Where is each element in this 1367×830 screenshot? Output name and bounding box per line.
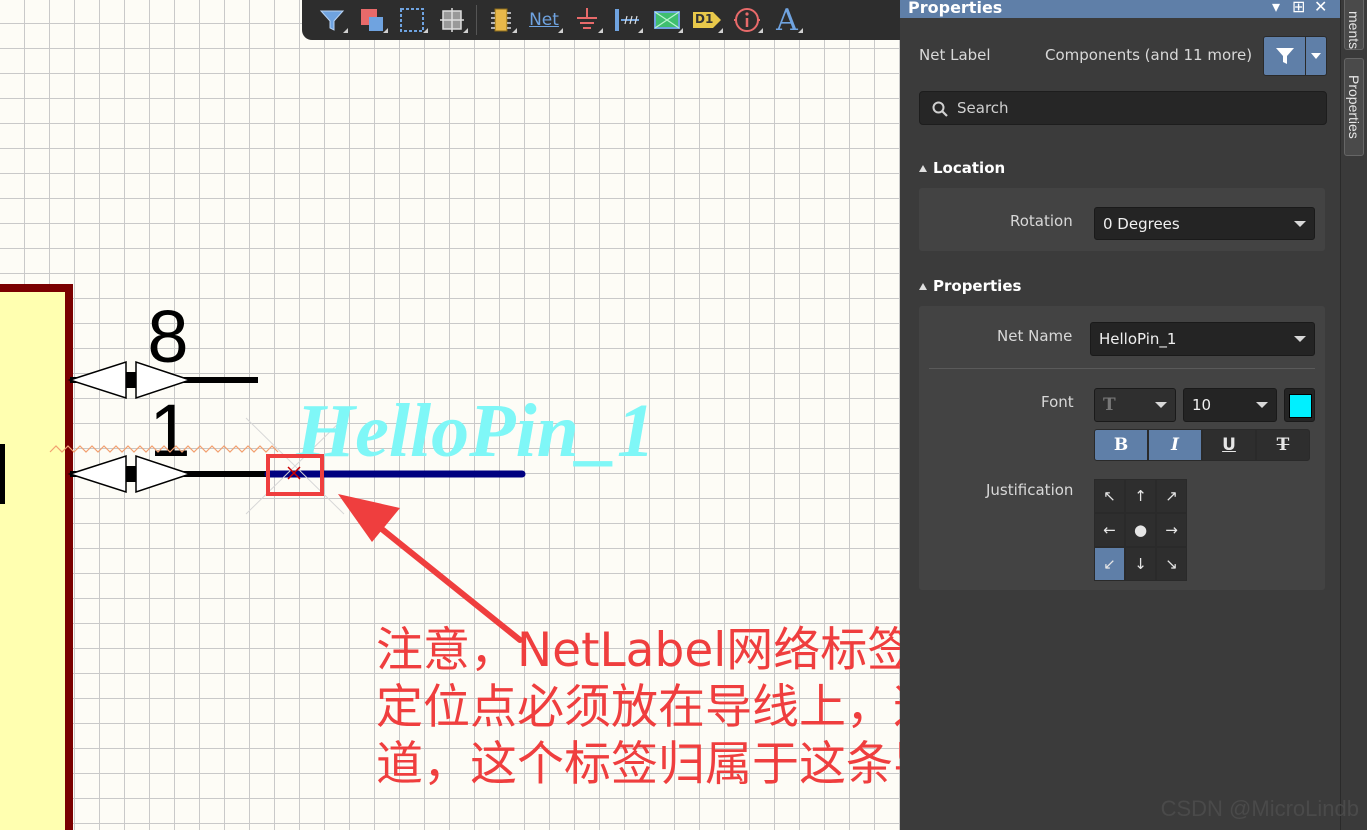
net-name-label: Net Name — [997, 327, 1073, 345]
toolbar-separator — [476, 5, 477, 35]
font-size-dropdown[interactable]: 10 — [1183, 388, 1277, 422]
font-label: Font — [1041, 393, 1074, 411]
text-icon[interactable]: A — [767, 2, 807, 38]
annotation-line-3: 道，这个标签归属于这条导线 — [376, 737, 900, 792]
pin-number-8: 8 — [147, 295, 188, 378]
underline-button[interactable]: U — [1202, 429, 1256, 461]
justify-middle-left[interactable]: ← — [1094, 513, 1125, 547]
justification-grid: ↖ ↑ ↗ ← ● → ↙ ↓ ↘ — [1094, 479, 1187, 581]
filter-scope-label[interactable]: Components (and 11 more) — [1045, 46, 1252, 64]
justify-bottom-right[interactable]: ↘ — [1156, 547, 1187, 581]
annotation-line-1: 注意，NetLabel网络标签左下角的这个 — [376, 623, 900, 678]
component-body[interactable] — [0, 284, 73, 830]
net-label-icon-text: Net — [529, 10, 559, 30]
tab-components[interactable]: ments — [1344, 0, 1364, 50]
side-panel-tabs: ments Properties — [1340, 0, 1367, 830]
properties-section-header[interactable]: Properties — [919, 277, 1021, 295]
justify-bottom-center[interactable]: ↓ — [1125, 547, 1156, 581]
justify-middle-right[interactable]: → — [1156, 513, 1187, 547]
filter-icon[interactable] — [312, 3, 352, 37]
annotation-line-2: 定位点必须放在导线上，这样AD才知 — [376, 680, 900, 735]
justify-top-right[interactable]: ↗ — [1156, 479, 1187, 513]
panel-menu-icon[interactable]: ▾ — [1272, 0, 1280, 16]
net-name-chevron-down-icon — [1294, 336, 1306, 342]
info-icon[interactable] — [727, 3, 767, 37]
font-style-buttons: B I U T — [1094, 429, 1310, 461]
schematic-canvas[interactable]: 8 1 HelloPin_1 注意，NetLabel网络标签 定位点必须放在导线… — [0, 0, 900, 830]
component-text-fragment — [0, 444, 5, 504]
panel-pin-icon[interactable]: ⊞ — [1292, 0, 1305, 16]
justify-bottom-left[interactable]: ↙ — [1094, 547, 1125, 581]
filter-button[interactable] — [1263, 36, 1327, 76]
text-tool-glyph: A — [776, 2, 798, 38]
annotation-text: 注意，NetLabel网络标签左下角的这个 定位点必须放在导线上，这样AD才知 … — [376, 622, 900, 793]
designator-icon-text: D1 — [695, 12, 714, 26]
tab-properties[interactable]: Properties — [1344, 58, 1364, 156]
bus-icon[interactable] — [607, 3, 647, 37]
net-name-value: HelloPin_1 — [1099, 330, 1177, 348]
italic-button-label: I — [1171, 435, 1179, 455]
select-dashed-icon[interactable] — [392, 3, 432, 37]
strikethrough-button[interactable]: T — [1256, 429, 1310, 461]
bold-button-label: B — [1113, 435, 1129, 455]
annotation-arrow — [338, 494, 523, 643]
justify-top-left[interactable]: ↖ — [1094, 479, 1125, 513]
rotation-value: 0 Degrees — [1103, 214, 1180, 233]
move-icon[interactable] — [432, 3, 472, 37]
panel-close-icon[interactable]: ✕ — [1314, 0, 1327, 16]
bold-button[interactable]: B — [1094, 429, 1148, 461]
rotation-label: Rotation — [1010, 212, 1073, 230]
location-section-header[interactable]: Location — [919, 159, 1005, 177]
search-icon — [932, 101, 948, 117]
rotation-chevron-down-icon — [1294, 220, 1306, 227]
italic-button[interactable]: I — [1148, 429, 1202, 461]
justify-top-center[interactable]: ↑ — [1125, 479, 1156, 513]
component-icon[interactable] — [481, 3, 521, 37]
properties-divider — [929, 368, 1315, 369]
font-color-fill — [1289, 394, 1312, 418]
panel-title-bar: Properties ▾ ⊞ ✕ — [900, 0, 1340, 18]
select-area-icon[interactable] — [352, 3, 392, 37]
net-name-dropdown[interactable]: HelloPin_1 — [1090, 322, 1315, 356]
font-size-chevron-down-icon — [1256, 402, 1268, 408]
justification-label: Justification — [986, 481, 1074, 499]
search-placeholder: Search — [957, 99, 1009, 117]
search-input[interactable]: Search — [919, 91, 1327, 125]
net-label-icon[interactable]: Net — [521, 3, 567, 37]
font-color-swatch[interactable] — [1284, 388, 1315, 422]
designator-icon[interactable]: D1 — [687, 3, 727, 37]
font-face-dropdown[interactable]: T — [1094, 388, 1176, 422]
justify-center[interactable]: ● — [1125, 513, 1156, 547]
font-size-value: 10 — [1192, 396, 1212, 414]
properties-panel: Properties ▾ ⊞ ✕ Net Label Components (a… — [900, 0, 1340, 830]
font-face-value: T — [1103, 395, 1116, 415]
harness-icon[interactable] — [647, 3, 687, 37]
strikethrough-button-label: T — [1276, 435, 1290, 455]
watermark: CSDN @MicroLindb — [1160, 796, 1359, 821]
active-bar-toolbar: Net D1 A — [302, 0, 900, 40]
filter-funnel-icon — [1276, 48, 1294, 64]
chevron-down-icon[interactable] — [1311, 53, 1321, 59]
filter-dropdown-divider — [1305, 37, 1306, 75]
panel-title: Properties — [908, 0, 1003, 17]
object-type-label: Net Label — [919, 46, 991, 64]
net-label[interactable]: HelloPin_1 — [295, 389, 655, 473]
font-face-chevron-down-icon — [1155, 402, 1167, 408]
underline-button-label: U — [1222, 435, 1236, 455]
pin-number-1: 1 — [149, 389, 190, 472]
rotation-dropdown[interactable]: 0 Degrees — [1094, 207, 1315, 240]
ground-icon[interactable] — [567, 3, 607, 37]
